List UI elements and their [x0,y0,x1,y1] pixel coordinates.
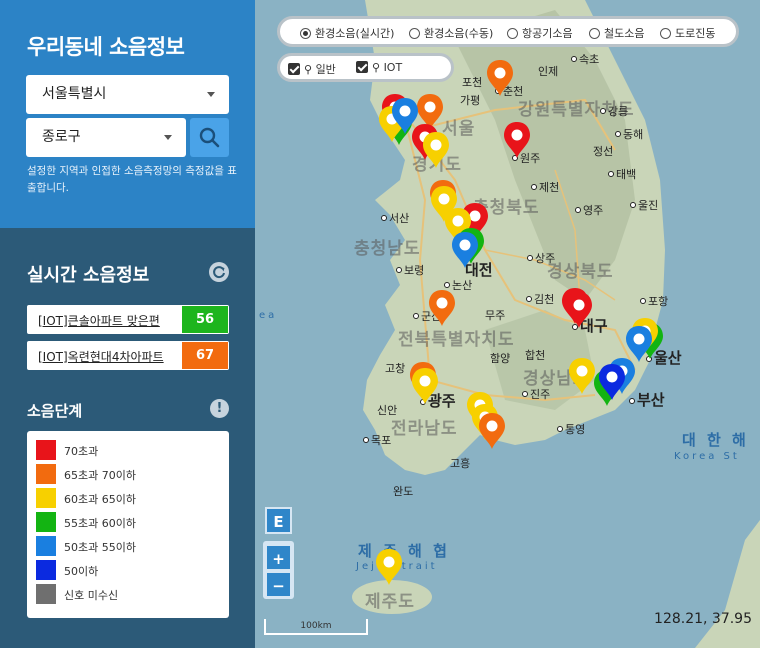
station-filter: ⚲ 일반 ⚲ IOT [277,53,454,82]
radio-icon [300,28,311,39]
location-pin-icon: ⚲ [304,63,313,76]
radio-road-vibration[interactable]: 도로진동 [660,25,715,41]
radio-icon [507,28,518,39]
filter-general[interactable]: ⚲ 일반 [288,61,336,77]
legend-swatch [36,464,56,484]
legend-label: 50이하 [64,565,99,578]
legend-swatch [36,584,56,604]
realtime-item-value: 56 [182,306,228,333]
search-description: 설정한 지역과 인접한 소음측정망의 측정값을 표출합니다. [27,165,237,194]
realtime-title: 실시간 소음정보 [27,265,150,286]
noise-levels-title: 소음단계 [27,402,83,420]
iot-pin-icon: ⚲ [372,61,381,74]
search-icon [199,127,220,148]
chevron-down-icon [164,135,172,140]
filter-iot[interactable]: ⚲ IOT [356,61,402,74]
legend-label: 60초과 65이하 [64,493,136,506]
noise-map[interactable]: 강원특별자치도 충청북도 충청남도 경상북도 전북특별자치도 경상남도 전라남도… [255,0,760,648]
radio-aircraft[interactable]: 항공기소음 [507,25,573,41]
info-icon[interactable]: ! [210,399,229,418]
realtime-item-value: 67 [182,342,228,369]
noise-marker-yellow [376,549,402,585]
scale-label: 100km [300,621,332,631]
checkbox-icon [288,63,300,75]
realtime-item-name[interactable]: [IOT]큰솔아파트 맞은편 [38,312,178,329]
legend-label: 70초과 [64,445,99,458]
noise-marker-yellow [412,368,438,404]
noise-marker-orange [487,60,513,96]
radio-manual-env[interactable]: 환경소음(수동) [409,25,493,41]
noise-markers[interactable] [255,0,760,648]
zoom-in-button[interactable]: + [265,544,292,571]
legend-label: 65초과 70이하 [64,469,136,482]
legend-swatch [36,560,56,580]
sidebar-search-panel: 우리동네 소음정보 서울특별시 종로구 설정한 지역과 인접한 소음측정망의 측… [0,0,255,228]
realtime-item-name[interactable]: [IOT]옥련현대4차아파트 [38,348,178,365]
noise-marker-yellow [569,358,595,394]
radio-railway[interactable]: 철도소음 [589,25,644,41]
refresh-icon[interactable] [209,262,229,282]
search-button[interactable] [190,118,229,157]
noise-marker-orange [479,413,505,449]
legend-label: 50초과 55이하 [64,541,136,554]
noise-marker-red [566,292,592,328]
checkbox-icon [356,61,368,73]
noise-marker-orange [429,290,455,326]
legend-label: 55초과 60이하 [64,517,136,530]
noise-marker-yellow [423,132,449,168]
realtime-item[interactable]: [IOT]옥련현대4차아파트 67 [27,341,229,370]
legend-swatch [36,488,56,508]
radio-icon [660,28,671,39]
city-select-value: 서울특별시 [42,86,107,102]
zoom-controls: + − [263,541,294,599]
noise-marker-blue [626,326,652,362]
district-select-value: 종로구 [42,129,81,145]
legend-swatch [36,512,56,532]
district-select[interactable]: 종로구 [26,118,186,157]
legend-label: 신호 미수신 [64,589,119,602]
radio-icon [589,28,600,39]
noise-marker-blue [452,232,478,268]
noise-marker-red [504,122,530,158]
radio-icon [409,28,420,39]
noise-type-selector: 환경소음(실시간) 환경소음(수동) 항공기소음 철도소음 도로진동 [277,16,739,47]
city-select[interactable]: 서울특별시 [26,75,229,114]
legend-swatch [36,536,56,556]
e-map-button[interactable]: E [265,507,292,534]
chevron-down-icon [207,92,215,97]
sidebar: 우리동네 소음정보 서울특별시 종로구 설정한 지역과 인접한 소음측정망의 측… [0,0,255,648]
legend-swatch [36,440,56,460]
coordinate-readout: 128.21, 37.95 [654,611,752,627]
map-scale-bar: 100km [264,619,368,635]
app-title: 우리동네 소음정보 [27,35,185,59]
radio-realtime-env[interactable]: 환경소음(실시간) [300,25,394,41]
zoom-out-button[interactable]: − [265,571,292,598]
realtime-item[interactable]: [IOT]큰솔아파트 맞은편 56 [27,305,229,334]
noise-level-legend: 70초과 65초과 70이하 60초과 65이하 55초과 60이하 50초과 … [27,431,229,618]
